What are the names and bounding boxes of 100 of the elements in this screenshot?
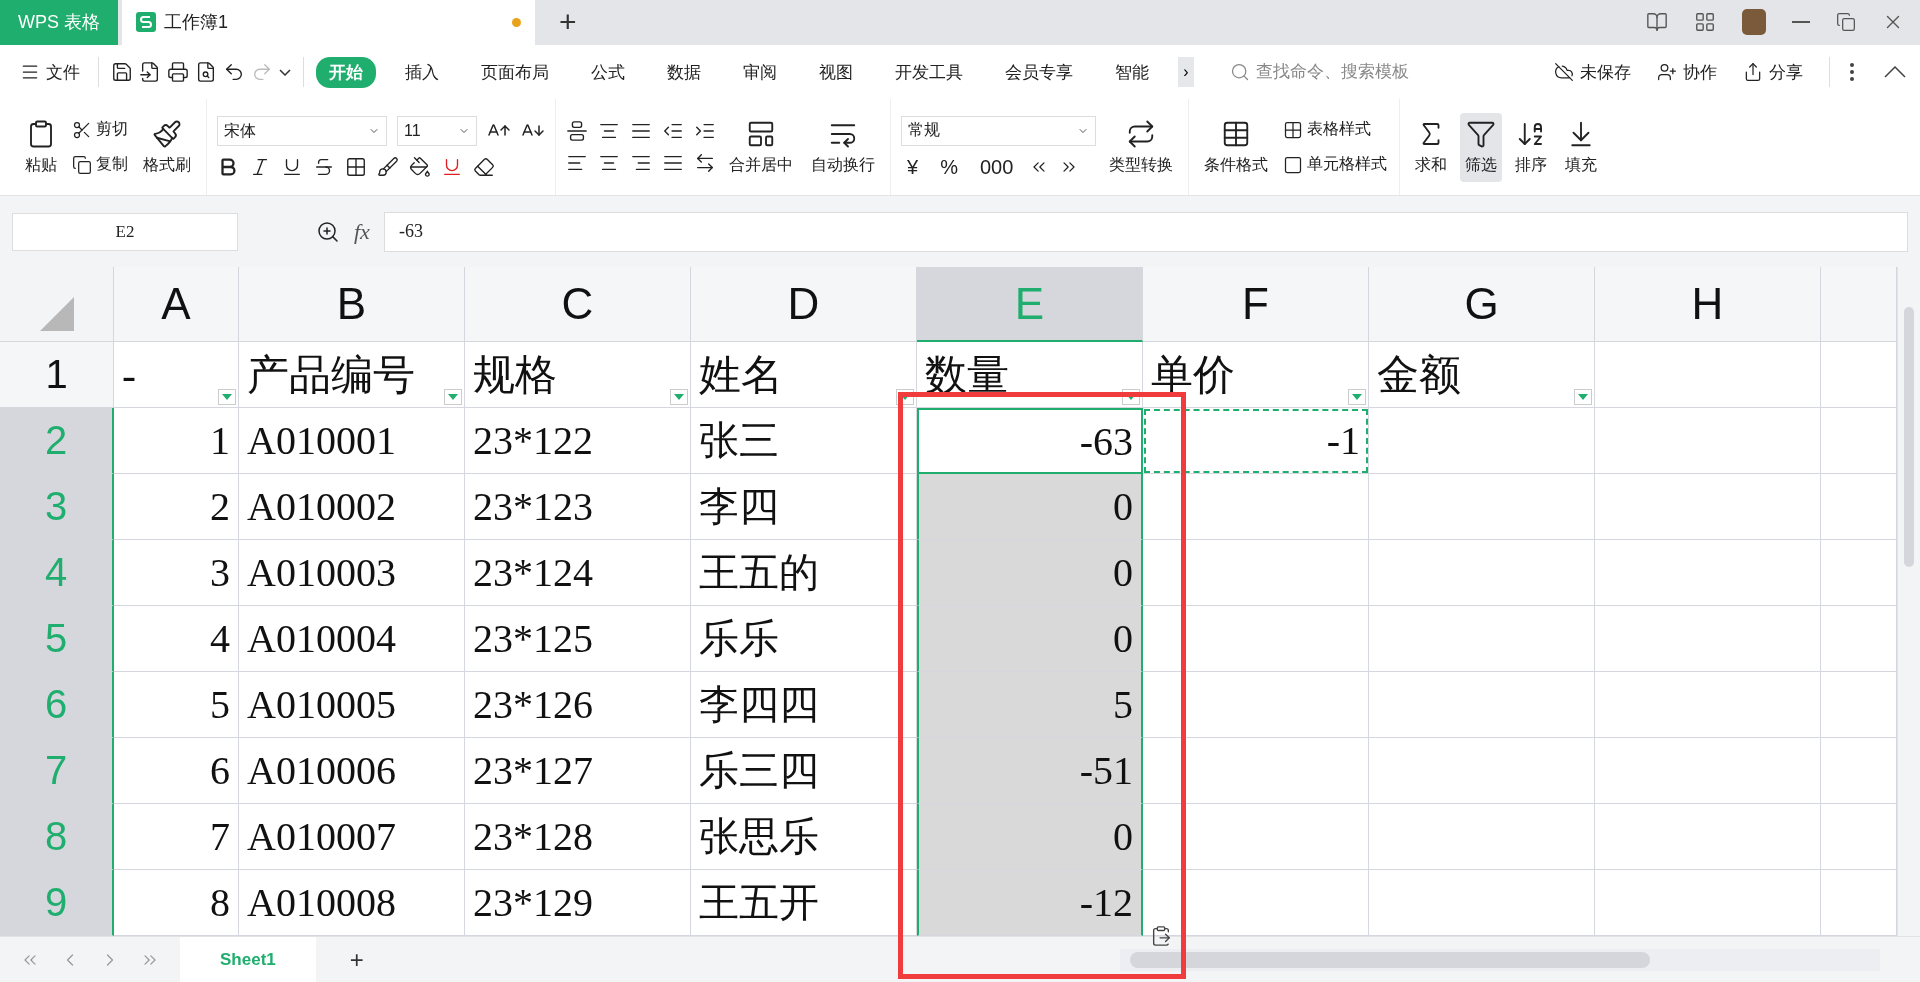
ribbon-tab[interactable]: 审阅 xyxy=(730,56,790,88)
print-icon xyxy=(167,61,189,84)
thousands-button[interactable]: 000 xyxy=(973,155,1020,179)
paste-button[interactable]: 粘贴 xyxy=(20,112,62,182)
column-header[interactable]: F xyxy=(1143,267,1369,343)
corner-triangle-icon xyxy=(39,297,74,332)
add-sheet-button[interactable]: + xyxy=(335,945,378,974)
ribbon-tab[interactable]: 智能 xyxy=(1102,56,1162,88)
file-menu-button[interactable]: 文件 xyxy=(14,56,86,88)
column-header[interactable]: C xyxy=(465,267,691,343)
table-cell: -12 xyxy=(917,870,1143,937)
ribbon-tab[interactable]: 会员专享 xyxy=(992,56,1086,88)
table-cell: 李四 xyxy=(691,474,917,541)
select-all-corner[interactable] xyxy=(0,267,114,343)
user-plus-icon xyxy=(1657,62,1677,83)
header-cell: 金额 xyxy=(1369,342,1595,409)
table-cell: A010003 xyxy=(239,540,465,607)
table-cell: 5 xyxy=(917,672,1143,739)
fill-color-icon xyxy=(409,156,431,179)
reading-mode-icon xyxy=(1646,11,1668,34)
header-cell: 产品编号 xyxy=(239,342,465,409)
horizontal-scrollbar[interactable] xyxy=(1120,948,1880,971)
table-cell: 23*126 xyxy=(465,672,691,739)
cell-style-icon xyxy=(1283,154,1303,175)
column-header[interactable]: G xyxy=(1369,267,1595,343)
collapse-icon[interactable] xyxy=(1884,66,1906,79)
table-cell: 王五的 xyxy=(691,540,917,607)
column-header[interactable]: A xyxy=(114,267,239,343)
table-cell: 6 xyxy=(114,738,239,805)
column-header[interactable]: H xyxy=(1595,267,1821,343)
table-cell: 23*124 xyxy=(465,540,691,607)
ribbon-tab[interactable]: 视图 xyxy=(806,56,866,88)
name-box[interactable]: E2 xyxy=(12,212,238,251)
more-tabs-button[interactable]: › xyxy=(1178,57,1194,88)
ribbon-tab[interactable]: 数据 xyxy=(654,56,714,88)
header-action-button[interactable]: 协作 xyxy=(1651,56,1723,88)
table-cell: 0 xyxy=(917,540,1143,607)
conditional-format-button[interactable]: 条件格式 xyxy=(1199,112,1273,182)
ribbon-tab[interactable]: 开发工具 xyxy=(882,56,976,88)
filter-dropdown-button[interactable] xyxy=(444,389,462,406)
type-convert-button[interactable]: 类型转换 xyxy=(1104,112,1178,182)
wrap-text-button[interactable]: 自动换行 xyxy=(806,112,880,182)
row-header[interactable]: 1 xyxy=(0,342,114,409)
zoom-icon xyxy=(316,219,340,244)
ribbon-button[interactable]: 求和 xyxy=(1410,112,1452,182)
table-cell: A010002 xyxy=(239,474,465,541)
table-cell: 23*123 xyxy=(465,474,691,541)
column-header[interactable]: B xyxy=(239,267,465,343)
filter-dropdown-button[interactable] xyxy=(1348,389,1366,406)
convert-icon xyxy=(1126,118,1156,149)
ribbon-tab[interactable]: 公式 xyxy=(578,56,638,88)
format-painter-button[interactable]: 格式刷 xyxy=(138,112,196,182)
print-preview-icon xyxy=(195,61,217,84)
font-size-select[interactable]: 11 xyxy=(397,116,477,147)
search-field[interactable]: 查找命令、搜索模板 xyxy=(1230,61,1488,84)
merge-center-button[interactable]: 合并居中 xyxy=(724,112,798,182)
table-cell: 3 xyxy=(114,540,239,607)
header-action-button[interactable]: 未保存 xyxy=(1548,56,1637,88)
document-tab[interactable]: 工作簿1 xyxy=(122,0,535,45)
paste-options-icon xyxy=(1150,925,1172,947)
new-tab-button[interactable]: + xyxy=(545,0,591,45)
table-cell: 23*128 xyxy=(465,804,691,871)
save-icon xyxy=(111,61,133,84)
header-cell: 姓名 xyxy=(691,342,917,409)
column-header[interactable]: D xyxy=(691,267,917,343)
function-label[interactable]: fx xyxy=(354,218,370,245)
ribbon-button[interactable]: 填充 xyxy=(1560,112,1602,182)
ribbon-tab[interactable]: 页面布局 xyxy=(468,56,562,88)
number-format-select[interactable]: 常规 xyxy=(901,115,1096,146)
scissors-icon xyxy=(72,119,92,140)
formula-input[interactable]: -63 xyxy=(383,211,1908,252)
filter-dropdown-button[interactable] xyxy=(670,389,688,406)
cut-button[interactable]: 剪切 xyxy=(70,117,130,143)
table-cell: A010005 xyxy=(239,672,465,739)
distribute-icon xyxy=(694,152,716,175)
grid-icon xyxy=(1694,11,1716,34)
table-cell: 张三 xyxy=(691,408,917,475)
currency-button[interactable]: ¥ xyxy=(901,155,925,179)
percent-button[interactable]: % xyxy=(934,155,964,179)
ribbon-tab[interactable]: 插入 xyxy=(392,56,452,88)
filter-dropdown-button[interactable] xyxy=(218,389,236,406)
more-icon[interactable] xyxy=(1850,63,1854,82)
copy-icon xyxy=(72,154,92,175)
table-cell: 23*125 xyxy=(465,606,691,673)
spreadsheet-logo-icon xyxy=(136,12,156,33)
filter-dropdown-button[interactable] xyxy=(1574,389,1592,406)
copy-button[interactable]: 复制 xyxy=(70,152,130,178)
vertical-scrollbar[interactable] xyxy=(1897,267,1920,937)
font-name-select[interactable]: 宋体 xyxy=(217,116,387,147)
table-cell: A010001 xyxy=(239,408,465,475)
header-action-button[interactable]: 分享 xyxy=(1737,56,1809,88)
export-icon xyxy=(139,61,161,84)
table-cell: 王五开 xyxy=(691,870,917,937)
table-style-button[interactable]: 表格样式 xyxy=(1281,117,1389,143)
table-cell: 5 xyxy=(114,672,239,739)
ribbon-button[interactable]: 筛选 xyxy=(1460,112,1502,182)
header-cell: - xyxy=(114,342,239,409)
cell-style-button[interactable]: 单元格样式 xyxy=(1281,152,1389,178)
ribbon-button[interactable]: 排序 xyxy=(1510,112,1552,182)
table-cell: 23*127 xyxy=(465,738,691,805)
